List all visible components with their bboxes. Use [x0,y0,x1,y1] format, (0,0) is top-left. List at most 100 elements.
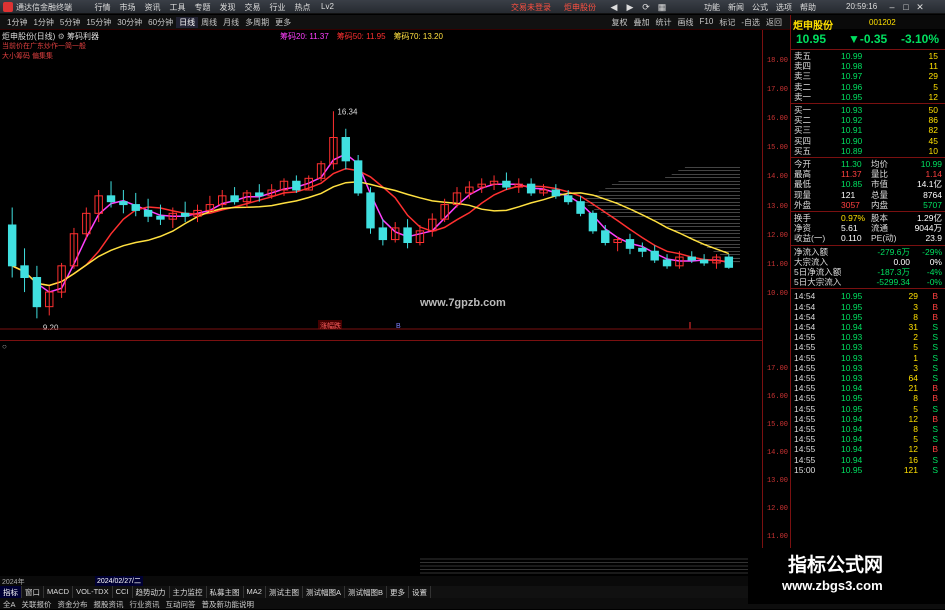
period-tab-0[interactable]: 1分钟 [4,17,30,28]
candle [551,189,561,197]
chart-tool-5[interactable]: 标记 [716,17,738,28]
indicator-tab-10[interactable]: 测试幅图A [303,586,345,598]
indicator-name[interactable]: 筹码利器 [67,32,99,41]
chart-tool-0[interactable]: 复权 [609,17,631,28]
indicator-tab-1[interactable]: 窗口 [22,586,44,598]
legend-item-2: 筹码70: 13.20 [393,32,443,41]
refresh-icon[interactable]: ⟳ [640,1,652,13]
bid-row[interactable]: 买一 10.93 50 [791,105,945,115]
footer-item-0[interactable]: 全A [0,598,19,609]
right-menu-4[interactable]: 帮助 [796,2,820,13]
right-menu-0[interactable]: 功能 [700,2,724,13]
chart-tool-2[interactable]: 统计 [653,17,675,28]
indicator-tab-3[interactable]: VOL-TDX [73,586,113,598]
menu-item-3[interactable]: 工具 [165,2,190,13]
forward-icon[interactable]: ▶ [624,1,636,13]
flow-value: -187.3万 [877,267,910,277]
bid-row[interactable]: 买三 10.91 82 [791,125,945,135]
chart-tool-4[interactable]: F10 [697,17,717,28]
chart-tool-3[interactable]: 画线 [675,17,697,28]
ask-row[interactable]: 卖二 10.96 5 [791,82,945,92]
period-tab-2[interactable]: 5分钟 [57,17,83,28]
period-tab-10[interactable]: 更多 [272,17,294,28]
footer-item-6[interactable]: 普及新功能说明 [199,598,258,609]
bid-row[interactable]: 买四 10.90 45 [791,136,945,146]
menu-item-7[interactable]: 行业 [265,2,290,13]
tick-side: S [932,322,938,332]
grid-icon[interactable]: ▦ [656,1,668,13]
price-row: 10.95 ▼-0.35 -3.10% [793,32,943,48]
period-tab-8[interactable]: 月线 [220,17,242,28]
indicator-tab-12[interactable]: 更多 [387,586,409,598]
maximize-icon[interactable]: □ [900,1,912,13]
indicator-tab-0[interactable]: 指标 [0,586,22,598]
bid-vol: 86 [928,115,938,126]
period-tab-5[interactable]: 60分钟 [145,17,176,28]
footer-item-4[interactable]: 行业资讯 [127,598,163,609]
ask-row[interactable]: 卖一 10.95 12 [791,92,945,102]
footer-item-1[interactable]: 关联报价 [19,598,55,609]
stat-row: 外盘 3057 内盘 5707 [791,200,945,210]
bid-row[interactable]: 买二 10.92 86 [791,115,945,125]
ask-vol: 15 [928,51,938,61]
footer-item-5[interactable]: 互动问答 [163,598,199,609]
right-menu-3[interactable]: 选项 [772,2,796,13]
stock-link[interactable]: 炬申股份 [564,2,596,13]
indicator-tab-11[interactable]: 测试幅图B [345,586,387,598]
bid-price: 10.89 [841,145,863,156]
right-menu-2[interactable]: 公式 [748,2,772,13]
indicator-tab-13[interactable]: 设置 [409,586,431,598]
menu-item-5[interactable]: 发现 [215,2,240,13]
indicator-tab-8[interactable]: MA2 [244,586,266,598]
footer-item-3[interactable]: 报股资讯 [91,598,127,609]
indicator-tab-4[interactable]: CCI [113,586,133,598]
indicator-tab-2[interactable]: MACD [44,586,74,598]
ask-row[interactable]: 卖三 10.97 29 [791,71,945,81]
stat-value: 1.14 [925,169,942,180]
main-axis-label-3: 15.00 [766,144,788,153]
period-tab-7[interactable]: 周线 [198,17,220,28]
chart-tool-6[interactable]: -自选 [738,17,763,28]
menu-item-4[interactable]: 专题 [190,2,215,13]
ask-row[interactable]: 卖五 10.99 15 [791,51,945,61]
ask-vol: 29 [928,71,938,82]
period-tab-6[interactable]: 日线 [176,17,199,28]
stat-row: 换手 0.97% 股本 1.29亿 [791,213,945,223]
back-icon[interactable]: ◀ [608,1,620,13]
menu-item-9[interactable]: Lv2 [315,2,340,13]
period-tab-9[interactable]: 多周期 [242,17,272,28]
minimize-icon[interactable]: – [886,1,898,13]
flow-row: 净流入额 -279.6万 -29% [791,247,945,257]
ask-row[interactable]: 卖四 10.98 11 [791,61,945,71]
menu-item-6[interactable]: 交易 [240,2,265,13]
settings-icon[interactable]: ⚙ [58,32,65,41]
quote-panel: 炬申股份 001202 10.95 ▼-0.35 -3.10% 卖五 10.99 1… [790,15,945,595]
ask-vol: 11 [929,61,938,72]
panel-stock-code: 001202 [869,18,896,27]
kline-chart[interactable]: 16.349.20 涨幅跌 B [0,30,762,330]
footer-item-2[interactable]: 资金分布 [55,598,91,609]
period-tab-4[interactable]: 30分钟 [114,17,145,28]
menu-item-1[interactable]: 市场 [115,2,140,13]
chart-tool-1[interactable]: 叠加 [631,17,653,28]
trade-login-link[interactable]: 交易未登录 [511,2,551,13]
site-watermark: www.7gpzb.com [420,297,506,309]
stat-row: 最低 10.85 市值 14.1亿 [791,179,945,189]
chart-legend: 筹码20: 11.37 筹码50: 11.95 筹码70: 13.20 [280,31,451,42]
close-icon[interactable]: ✕ [914,1,926,13]
indicator-tab-7[interactable]: 私募主图 [207,586,244,598]
menu-item-0[interactable]: 行情 [90,2,115,13]
indicator-tab-5[interactable]: 趋势动力 [133,586,170,598]
menu-item-2[interactable]: 资讯 [140,2,165,13]
sub-chart[interactable]: ○ [0,340,762,575]
menu-item-8[interactable]: 热点 [290,2,315,13]
period-tab-1[interactable]: 1分钟 [30,17,56,28]
indicator-tab-6[interactable]: 主力监控 [170,586,207,598]
indicator-tab-9[interactable]: 测试主图 [266,586,303,598]
chart-tool-7[interactable]: 返回 [763,17,785,28]
bid-row[interactable]: 买五 10.89 10 [791,146,945,156]
tick-row: 14:54 10.95 8 B [791,312,945,322]
right-menu-1[interactable]: 新闻 [724,2,748,13]
chart-notes: 当前价在广东炒作一简一般 大小筹码 偏集集 [2,42,86,62]
period-tab-3[interactable]: 15分钟 [83,17,114,28]
